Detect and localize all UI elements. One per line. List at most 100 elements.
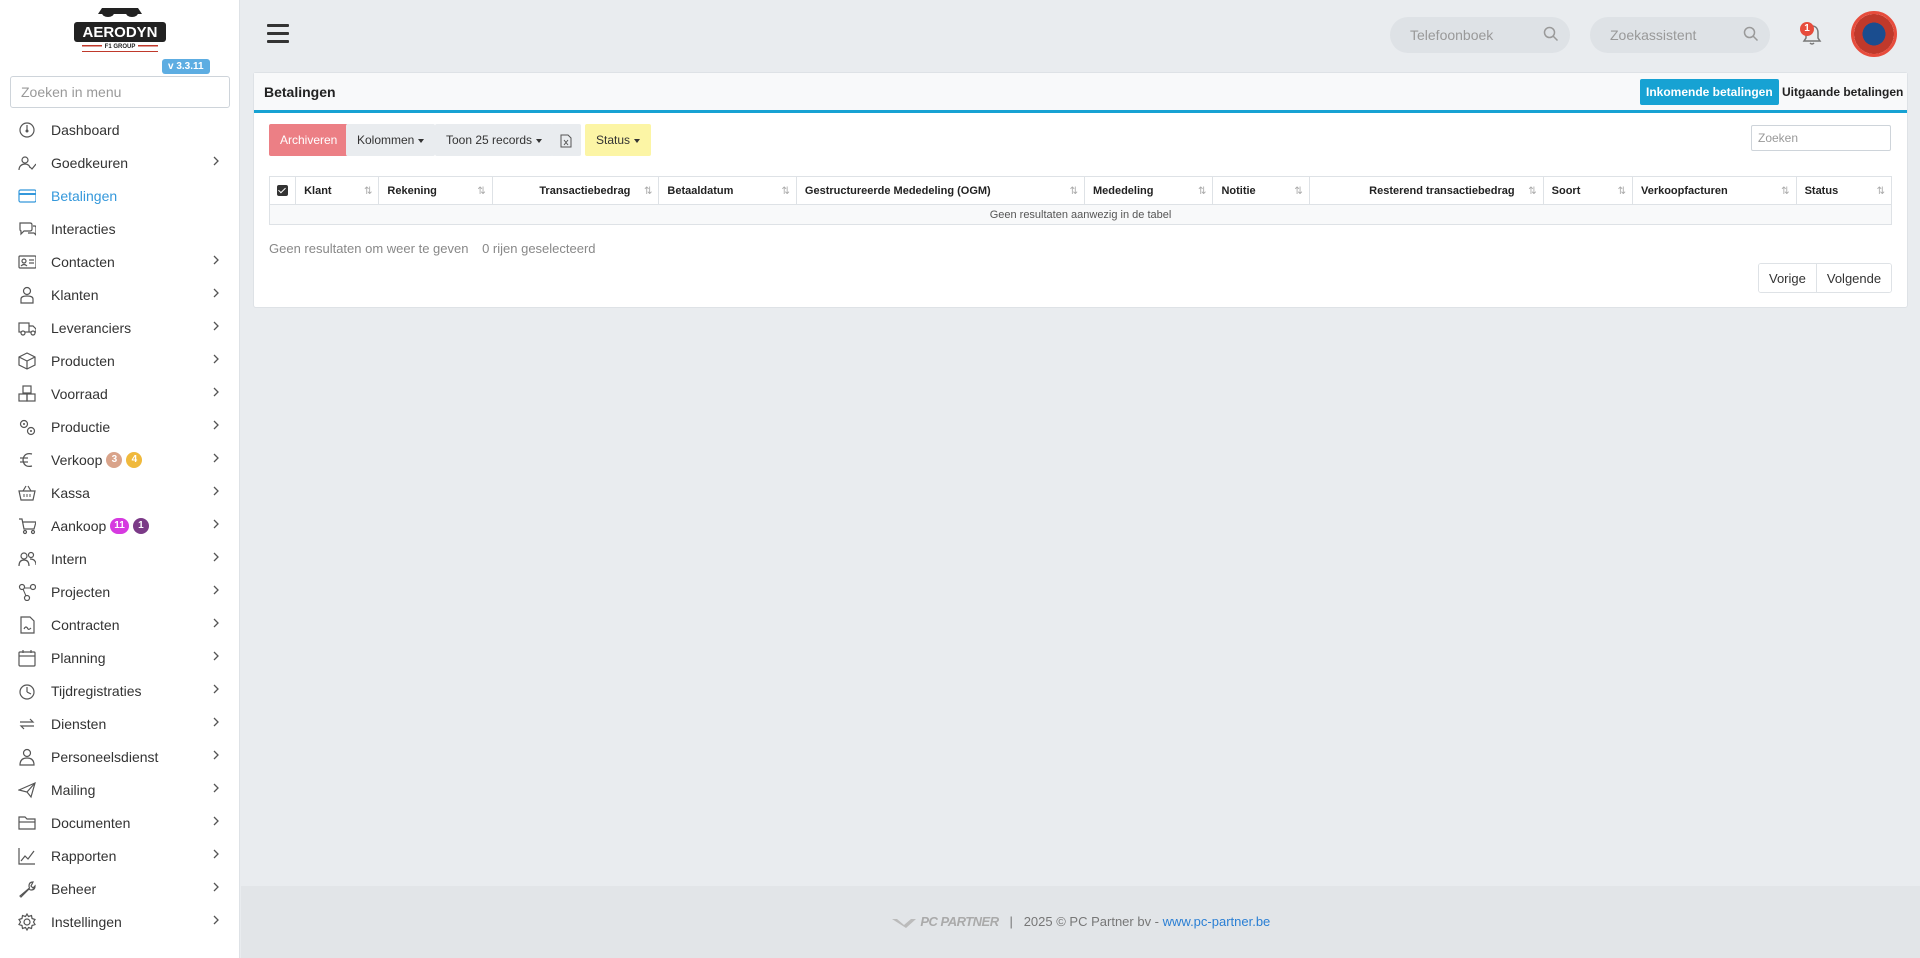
sort-icon[interactable]: ⇅ [364,186,372,197]
chevron-right-icon [212,585,220,598]
sidebar-item-label: Diensten [51,715,107,732]
sidebar-item-label: Contracten [51,616,120,633]
column-header[interactable]: Resterend transactiebedrag ⇅ [1308,176,1544,205]
column-header[interactable]: Soort ⇅ [1542,176,1633,205]
sort-icon[interactable]: ⇅ [644,186,652,197]
sidebar-item-aankoop[interactable]: Aankoop 11 1 [0,509,240,542]
sidebar-item-instellingen[interactable]: Instellingen [0,905,240,938]
column-header[interactable]: Rekening ⇅ [378,176,493,205]
chevron-right-icon [212,816,220,829]
results-info-text: Geen resultaten om weer te geven [269,241,469,256]
footer-separator: | [1009,914,1013,929]
sidebar-item-contracten[interactable]: Contracten [0,608,240,641]
incoming-payments-button[interactable]: Inkomende betalingen [1640,79,1779,105]
chevron-right-icon [212,882,220,895]
column-header[interactable]: Klant ⇅ [295,176,380,205]
pc-partner-logo-icon [891,918,916,928]
logo-text: AERODYN [82,24,157,41]
sidebar-item-personeelsdienst[interactable]: Personeelsdienst [0,740,240,773]
sidebar-item-label: Producten [51,352,115,369]
sidebar-item-label: Tijdregistraties [51,682,142,699]
menu-search-input[interactable] [10,76,230,108]
sidebar-item-label: Intern [51,550,87,567]
user-avatar[interactable] [1851,11,1897,57]
sidebar-item-diensten[interactable]: Diensten [0,707,240,740]
column-header[interactable]: Notitie ⇅ [1212,176,1310,205]
network-icon [14,582,40,602]
footer-content: PC PARTNER | 2025 © PC Partner bv - www.… [241,914,1920,929]
archive-button[interactable]: Archiveren [269,124,349,156]
export-excel-button[interactable] [551,124,581,156]
sidebar-item-rapporten[interactable]: Rapporten [0,839,240,872]
show-records-dropdown-button[interactable]: Toon 25 records [435,124,554,156]
column-header-label: Resterend transactiebedrag [1369,184,1515,197]
sidebar-item-intern[interactable]: Intern [0,542,240,575]
sort-icon[interactable]: ⇅ [1528,186,1536,197]
topbar: 1 [241,0,1920,70]
gear-icon [14,912,40,932]
column-header[interactable]: Mededeling ⇅ [1083,176,1214,205]
sidebar-item-label: Voorraad [51,385,108,402]
sidebar-item-leveranciers[interactable]: Leveranciers [0,311,240,344]
sidebar: AERODYN F1 GROUP v 3.3.11 Dashboard Goedk… [0,0,240,958]
sidebar-item-tijdregistraties[interactable]: Tijdregistraties [0,674,240,707]
column-header[interactable]: Status ⇅ [1795,176,1893,205]
sidebar-item-betalingen[interactable]: Betalingen [0,179,240,212]
sort-icon[interactable]: ⇅ [1070,186,1078,197]
chevron-down-icon [634,138,641,143]
sidebar-item-projecten[interactable]: Projecten [0,575,240,608]
footer-brand: PC PARTNER [920,914,999,929]
next-page-button[interactable]: Volgende [1815,264,1892,292]
sort-icon[interactable]: ⇅ [1781,186,1789,197]
column-header-label: Gestructureerde Mededeling (OGM) [804,184,991,197]
sidebar-item-beheer[interactable]: Beheer [0,872,240,905]
sidebar-item-label: Planning [51,649,106,666]
sort-icon[interactable]: ⇅ [1294,186,1302,197]
count-badge: 1 [132,517,149,534]
sidebar-item-planning[interactable]: Planning [0,641,240,674]
send-icon [14,780,40,800]
outgoing-payments-button[interactable]: Uitgaande betalingen [1780,79,1905,105]
column-header-label: Rekening [387,184,437,197]
sort-icon[interactable]: ⇅ [477,186,485,197]
sidebar-item-verkoop[interactable]: Verkoop 3 4 [0,443,240,476]
search-icon[interactable] [1543,26,1559,42]
sidebar-item-interacties[interactable]: Interacties [0,212,240,245]
select-all-header [268,176,297,205]
column-header[interactable]: Verkoopfacturen ⇅ [1631,176,1797,205]
excel-file-icon [560,134,572,148]
box-icon [14,351,40,371]
sidebar-item-goedkeuren[interactable]: Goedkeuren [0,146,240,179]
chevron-right-icon [212,420,220,433]
hamburger-menu-icon[interactable] [267,24,289,44]
sidebar-item-dashboard[interactable]: Dashboard [0,113,240,146]
sort-icon[interactable]: ⇅ [1198,186,1206,197]
column-header[interactable]: Betaaldatum ⇅ [658,176,797,205]
sidebar-item-documenten[interactable]: Documenten [0,806,240,839]
sort-icon[interactable]: ⇅ [1618,186,1626,197]
column-header[interactable]: Gestructureerde Mededeling (OGM) ⇅ [795,176,1085,205]
sidebar-item-voorraad[interactable]: Voorraad [0,377,240,410]
count-badge: 4 [126,451,143,468]
column-header[interactable]: Transactiebedrag ⇅ [491,176,660,205]
sidebar-item-productie[interactable]: Productie [0,410,240,443]
sidebar-item-klanten[interactable]: Klanten [0,278,240,311]
column-header-label: Verkoopfacturen [1640,184,1728,197]
sort-icon[interactable]: ⇅ [1877,186,1885,197]
search-icon[interactable] [1743,26,1759,42]
columns-dropdown-button[interactable]: Kolommen [346,124,436,156]
sidebar-item-producten[interactable]: Producten [0,344,240,377]
sort-icon[interactable]: ⇅ [782,186,790,197]
sidebar-item-contacten[interactable]: Contacten [0,245,240,278]
select-all-checkbox[interactable] [277,185,289,197]
sidebar-item-label: Rapporten [51,847,117,864]
footer-website-link[interactable]: www.pc-partner.be [1163,914,1271,929]
status-filter-button[interactable]: Status [585,124,652,156]
customer-icon [14,285,40,305]
sidebar-item-kassa[interactable]: Kassa [0,476,240,509]
sidebar-item-mailing[interactable]: Mailing [0,773,240,806]
company-logo[interactable]: AERODYN F1 GROUP [72,4,168,56]
sidebar-item-label: Kassa [51,484,90,501]
table-search-input[interactable] [1751,125,1891,151]
previous-page-button[interactable]: Vorige [1759,264,1816,292]
